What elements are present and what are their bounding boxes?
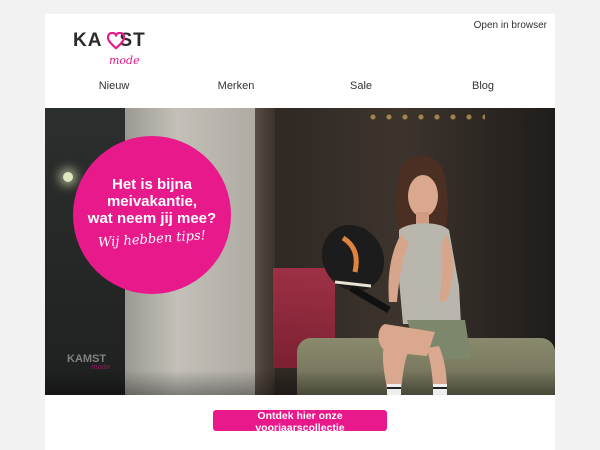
shop-spring-collection-button[interactable]: Ontdek hier onze voorjaarscollectie bbox=[213, 410, 387, 434]
promo-headline: Het is bijna meivakantie, wat neem jij m… bbox=[87, 176, 217, 227]
hero-ceiling-lights bbox=[365, 112, 485, 122]
hero-model-image bbox=[321, 155, 471, 395]
nav-item-sale[interactable]: Sale bbox=[350, 80, 372, 92]
heart-icon bbox=[107, 32, 125, 50]
svg-text:mode: mode bbox=[91, 363, 110, 370]
promo-bubble: Het is bijna meivakantie, wat neem jij m… bbox=[73, 136, 231, 294]
hero-column bbox=[255, 108, 275, 395]
nav-item-blog[interactable]: Blog bbox=[472, 80, 494, 92]
open-in-browser-link[interactable]: Open in browser bbox=[474, 20, 547, 31]
nav-item-merken[interactable]: Merken bbox=[218, 80, 255, 92]
hero-banner[interactable]: Het is bijna meivakantie, wat neem jij m… bbox=[45, 108, 555, 395]
hero-light bbox=[63, 172, 73, 182]
main-nav: Nieuw Merken Sale Blog bbox=[45, 80, 555, 98]
nav-item-nieuw[interactable]: Nieuw bbox=[99, 80, 130, 92]
watermark-logo: KAMST mode bbox=[67, 353, 110, 370]
logo-script: mode bbox=[109, 54, 140, 67]
promo-tagline: Wij hebben tips! bbox=[97, 228, 207, 251]
brand-logo[interactable]: KA ST mode bbox=[73, 30, 153, 70]
email-container: KA ST mode Open in browser Nieuw Merken S… bbox=[45, 14, 555, 450]
